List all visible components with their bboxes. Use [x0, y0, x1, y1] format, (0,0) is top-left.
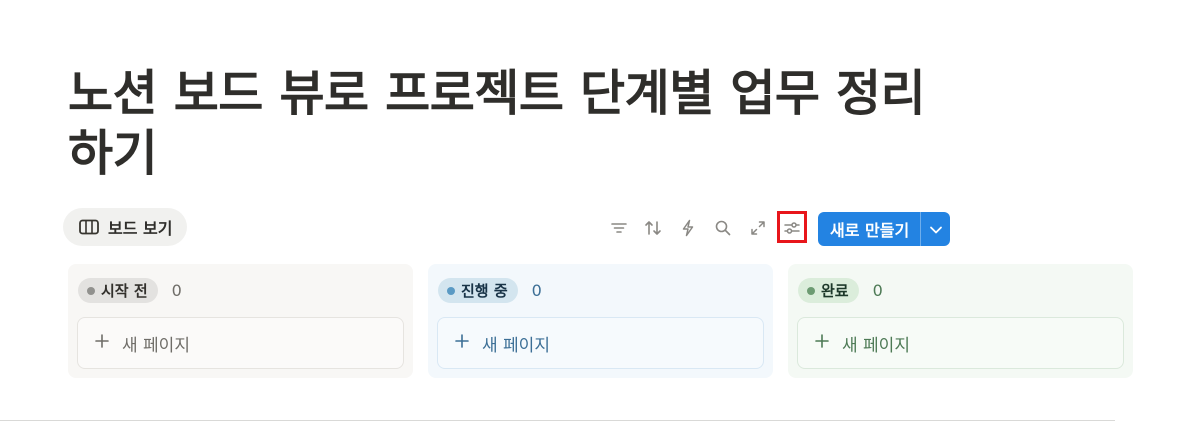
board-column-not-started: 시작 전 0 새 페이지 [68, 264, 413, 378]
add-page-button[interactable]: 새 페이지 [797, 317, 1124, 369]
column-count: 0 [531, 281, 542, 300]
plus-icon [455, 333, 469, 353]
divider [0, 420, 1115, 421]
new-button-dropdown[interactable] [921, 212, 950, 246]
column-count: 0 [872, 281, 883, 300]
column-header: 완료 0 [798, 278, 883, 303]
expand-icon[interactable] [747, 217, 769, 239]
automation-icon[interactable] [677, 217, 699, 239]
status-label: 완료 [821, 282, 849, 300]
status-dot [447, 286, 455, 295]
add-page-label: 새 페이지 [482, 335, 550, 356]
status-badge[interactable]: 시작 전 [78, 278, 158, 303]
status-label: 진행 중 [461, 282, 508, 300]
chevron-down-icon [929, 220, 943, 239]
tab-board-view-label: 보드 보기 [108, 219, 173, 238]
status-label: 시작 전 [101, 282, 148, 300]
plus-icon [815, 333, 829, 353]
status-dot [87, 286, 95, 295]
status-dot [807, 286, 815, 295]
board-column-in-progress: 진행 중 0 새 페이지 [428, 264, 773, 378]
highlight-box [777, 211, 807, 243]
status-badge[interactable]: 완료 [798, 278, 859, 303]
new-button[interactable]: 새로 만들기 [818, 212, 920, 246]
add-page-label: 새 페이지 [122, 335, 190, 356]
search-icon[interactable] [712, 217, 734, 239]
tab-board-view[interactable]: 보드 보기 [63, 208, 188, 246]
column-header: 시작 전 0 [78, 278, 182, 303]
add-page-button[interactable]: 새 페이지 [77, 317, 404, 369]
board-icon [79, 219, 99, 235]
column-header: 진행 중 0 [438, 278, 542, 303]
new-button-group: 새로 만들기 [818, 212, 951, 246]
sort-icon[interactable] [642, 217, 664, 239]
page-title[interactable]: 노션 보드 뷰로 프로젝트 단계별 업무 정리하기 [68, 64, 968, 184]
status-badge[interactable]: 진행 중 [438, 278, 518, 303]
add-page-label: 새 페이지 [842, 335, 910, 356]
board-column-done: 완료 0 새 페이지 [788, 264, 1133, 378]
filter-icon[interactable] [608, 217, 630, 239]
add-page-button[interactable]: 새 페이지 [437, 317, 764, 369]
column-count: 0 [171, 281, 182, 300]
plus-icon [95, 333, 109, 353]
